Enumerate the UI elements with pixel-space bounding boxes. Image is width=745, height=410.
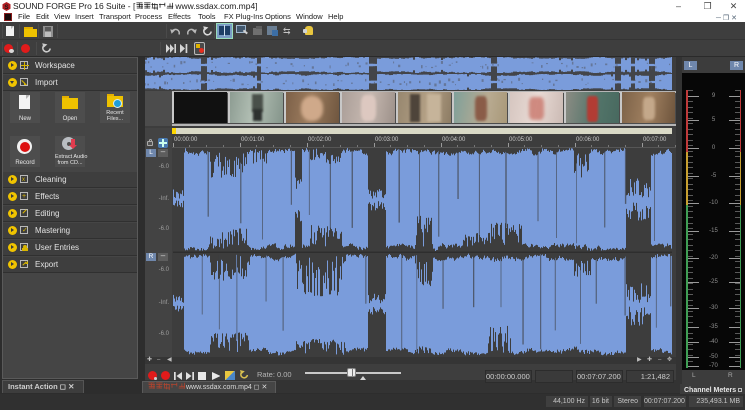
svg-text:S: S [4, 5, 8, 11]
